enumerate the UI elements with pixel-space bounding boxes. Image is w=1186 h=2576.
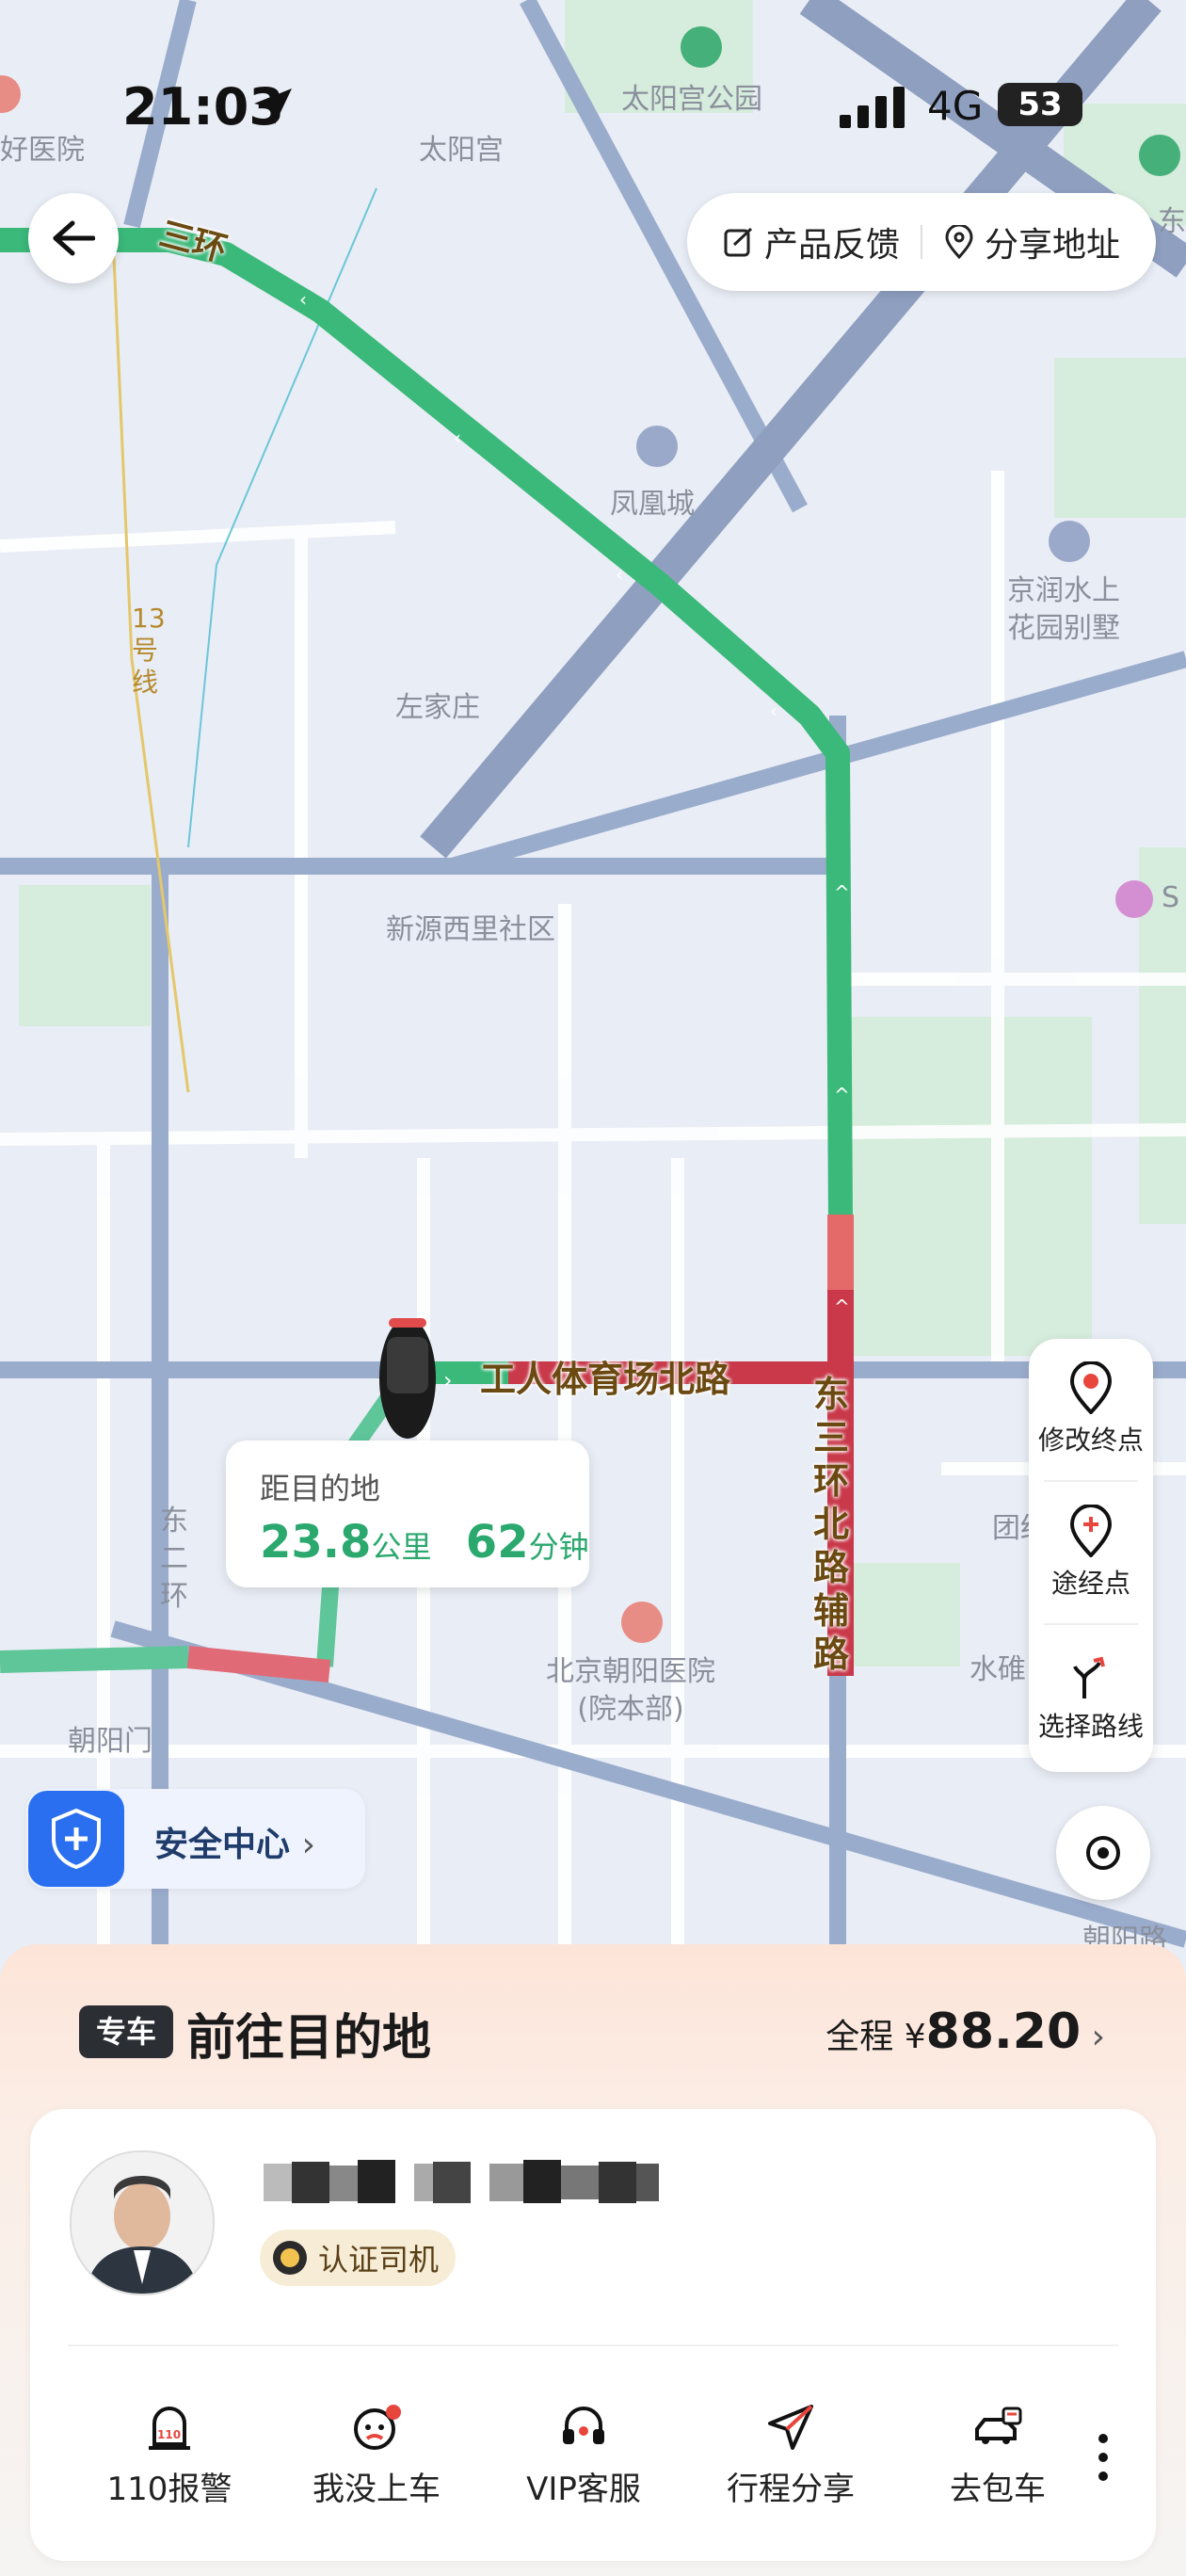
svg-text:^: ^ <box>834 1296 850 1318</box>
time-value: 62 <box>465 1516 529 1569</box>
locate-target-icon <box>1086 1836 1120 1870</box>
svg-text:110: 110 <box>157 2428 181 2441</box>
top-actions-bar: 产品反馈 分享地址 <box>687 193 1156 291</box>
emergency-110-button[interactable]: 110 110报警 <box>75 2401 264 2509</box>
fare-prefix: 全程 ¥ <box>825 2018 926 2056</box>
fare-button[interactable]: 全程 ¥88.20 › <box>825 2004 1105 2060</box>
shield-icon <box>28 1791 124 1887</box>
action-label: 110报警 <box>106 2471 232 2508</box>
destination-pin-icon <box>1069 1361 1113 1414</box>
location-arrow-icon <box>254 89 292 124</box>
time-unit: 分钟 <box>528 1529 589 1565</box>
svg-text:‹: ‹ <box>454 427 461 449</box>
feedback-edit-icon <box>724 227 753 257</box>
map-label-east4: 东四 <box>1158 205 1186 238</box>
route-fork-icon <box>1073 1656 1105 1699</box>
map-label-s: S <box>1162 881 1180 914</box>
add-waypoint-icon <box>1069 1505 1113 1557</box>
edit-destination-label: 修改终点 <box>1037 1425 1144 1456</box>
map-label-zuojiazhuang: 左家庄 <box>395 691 480 724</box>
not-boarded-icon <box>354 2405 401 2450</box>
action-label: 去包车 <box>950 2471 1046 2508</box>
vip-service-button[interactable]: VIP客服 <box>489 2401 678 2509</box>
battery-indicator: 53 <box>998 83 1082 126</box>
pill-divider <box>921 225 922 259</box>
map-label-taiyanggong: 太阳宫 <box>419 134 504 167</box>
distance-value: 23.8 <box>260 1516 372 1569</box>
share-arrow-icon <box>768 2405 813 2450</box>
share-location-icon <box>945 225 973 259</box>
driver-name-masked <box>264 2160 659 2203</box>
map-label-line13: 13号线 <box>132 603 166 698</box>
tool-divider <box>1044 1623 1138 1625</box>
action-label: VIP客服 <box>526 2471 641 2508</box>
feedback-label: 产品反馈 <box>763 226 900 265</box>
svg-text:^: ^ <box>834 881 850 904</box>
map-label-jingrun: 京润水上 花园别墅 <box>1007 574 1120 645</box>
network-type: 4G <box>927 83 984 129</box>
action-label: 我没上车 <box>313 2471 441 2508</box>
driver-avatar[interactable] <box>70 2150 215 2295</box>
safety-center-button[interactable]: 安全中心 › <box>26 1789 365 1889</box>
waypoint-button[interactable]: 途经点 <box>1029 1505 1153 1601</box>
charter-car-icon <box>975 2407 1022 2444</box>
certified-medal-icon <box>273 2241 307 2275</box>
certified-driver-badge: 认证司机 <box>260 2230 457 2286</box>
locate-me-button[interactable] <box>1056 1806 1150 1900</box>
feedback-button[interactable]: 产品反馈 <box>723 217 900 266</box>
arrow-left-icon <box>53 220 95 256</box>
map-label-hospital: 好医院 <box>0 134 85 167</box>
edit-destination-button[interactable]: 修改终点 <box>1029 1361 1153 1457</box>
svg-text:‹: ‹ <box>770 700 777 722</box>
action-label: 行程分享 <box>727 2471 855 2508</box>
chevron-right-icon: › <box>301 1826 315 1864</box>
svg-text:‹: ‹ <box>299 288 307 311</box>
not-boarded-button[interactable]: 我没上车 <box>282 2401 471 2509</box>
service-badge: 专车 <box>79 2005 173 2058</box>
map-label-park: 太阳宫公园 <box>621 83 762 116</box>
map-label-xinyuan: 新源西里社区 <box>386 913 555 946</box>
chevron-right-icon: › <box>1091 2018 1105 2056</box>
more-options-icon[interactable] <box>1084 2429 1122 2486</box>
choose-route-button[interactable]: 选择路线 <box>1029 1648 1153 1744</box>
map-label-shuidui: 水碓 <box>970 1653 1026 1686</box>
trip-share-button[interactable]: 行程分享 <box>697 2401 885 2509</box>
map-label-east2ring: 东二环 <box>160 1505 188 1613</box>
distance-info: 23.8公里 62分钟 <box>260 1516 589 1569</box>
map-label-fenghuangcheng: 凤凰城 <box>610 488 695 521</box>
distance-unit: 公里 <box>371 1529 432 1565</box>
safety-center-label: 安全中心 › <box>154 1826 315 1864</box>
svg-text:^: ^ <box>834 1084 850 1106</box>
driver-card: 认证司机 110 110报警 我没上车 VIP客服 行程分享 去包车 <box>30 2109 1156 2561</box>
svg-text:‹: ‹ <box>616 563 623 586</box>
svg-text:›: › <box>443 1367 453 1393</box>
route-tools-panel: 修改终点 途经点 选择路线 <box>1029 1339 1153 1772</box>
signal-icon <box>840 87 905 128</box>
tool-divider <box>1044 1480 1138 1482</box>
charter-car-button[interactable]: 去包车 <box>904 2401 1092 2509</box>
choose-route-label: 选择路线 <box>1037 1711 1144 1742</box>
share-address-label: 分享地址 <box>985 226 1121 265</box>
distance-card: 距目的地 23.8公里 62分钟 <box>226 1441 589 1587</box>
back-button[interactable] <box>28 193 119 283</box>
road-label-gongti-north: 工人体育场北路 <box>480 1359 731 1400</box>
certified-label: 认证司机 <box>318 2242 440 2278</box>
alarm-icon: 110 <box>149 2407 190 2450</box>
waypoint-label: 途经点 <box>1050 1568 1130 1599</box>
road-label-east3-aux: 东三环北路辅路 <box>812 1374 849 1675</box>
map-label-chaoyang-hospital: 北京朝阳医院 (院本部) <box>546 1655 715 1726</box>
distance-label: 距目的地 <box>260 1471 381 1506</box>
headset-icon <box>563 2407 604 2444</box>
card-divider <box>68 2344 1118 2346</box>
fare-amount: 88.20 <box>925 2004 1082 2060</box>
map-label-chaoyangmen: 朝阳门 <box>68 1725 152 1758</box>
trip-status-title: 前往目的地 <box>186 2010 432 2067</box>
share-address-button[interactable]: 分享地址 <box>943 217 1120 266</box>
